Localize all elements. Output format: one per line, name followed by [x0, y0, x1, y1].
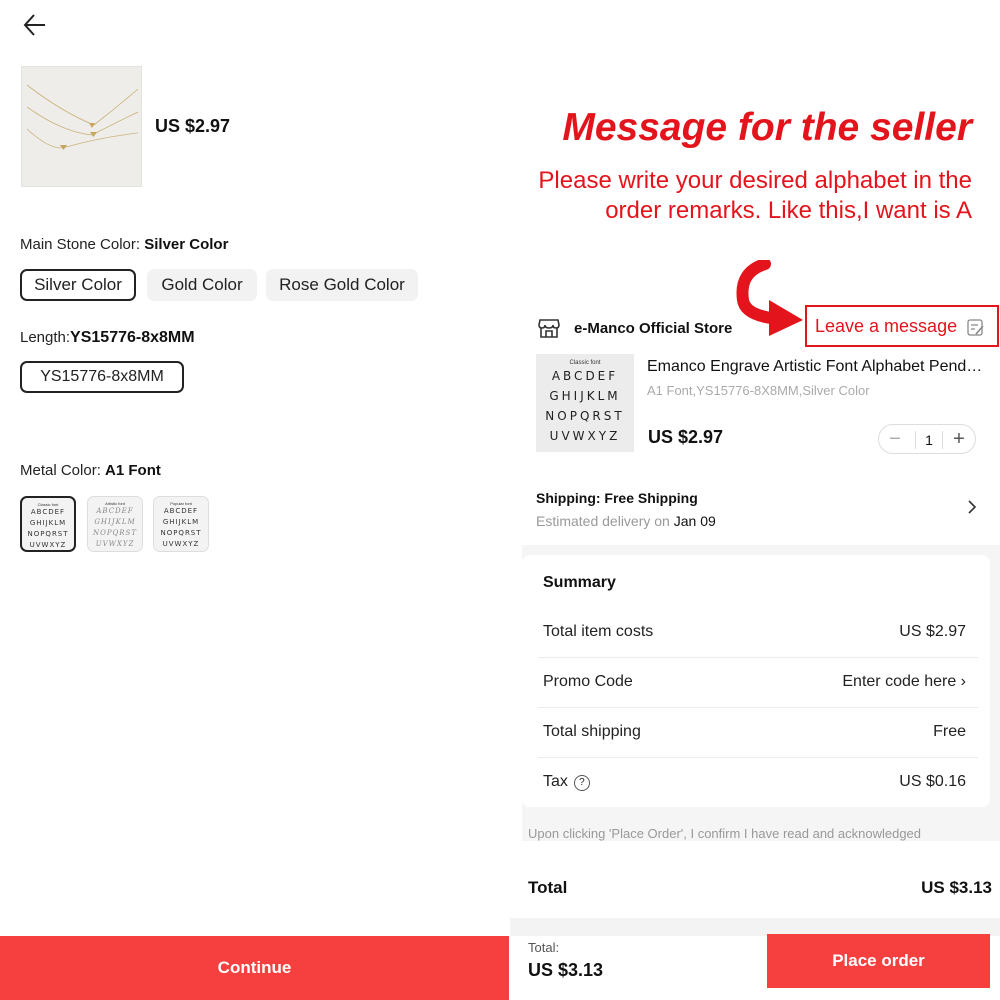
continue-button[interactable]: Continue — [0, 936, 509, 1000]
option-gold-color[interactable]: Gold Color — [147, 269, 257, 301]
place-order-button[interactable]: Place order — [767, 934, 990, 988]
swatch-row: NOPQRST — [92, 529, 138, 537]
delivery-date: Jan 09 — [673, 513, 716, 529]
metal-color-value: A1 Font — [105, 462, 161, 479]
option-silver-color[interactable]: Silver Color — [20, 269, 136, 301]
cart-product-image[interactable]: Classic font ABCDEF GHIJKLM NOPQRST UVWX… — [536, 354, 634, 452]
back-arrow-icon[interactable] — [22, 12, 48, 38]
bottom-total-value: US $3.13 — [528, 960, 604, 980]
shipping-title: Shipping: Free Shipping — [536, 490, 698, 506]
product-image-row: NOPQRST — [545, 409, 625, 423]
increase-quantity-button[interactable]: + — [945, 428, 973, 450]
decrease-quantity-button[interactable]: − — [881, 428, 909, 450]
swatch-popular-font[interactable]: Popular font ABCDEF GHIJKLM NOPQRST UVWX… — [153, 496, 209, 552]
summary-title: Summary — [543, 574, 616, 591]
delivery-estimate: Estimated delivery on Jan 09 — [536, 513, 716, 529]
cart-product-price: US $2.97 — [648, 427, 724, 447]
swatch-row: NOPQRST — [27, 530, 69, 538]
promo-code-link[interactable]: Enter code here › — [842, 673, 966, 691]
quantity-value[interactable]: 1 — [915, 431, 943, 449]
swatch-row: GHIJKLM — [29, 519, 67, 527]
summary-label: Tax — [543, 773, 568, 790]
swatch-row: GHIJKLM — [94, 518, 136, 526]
delivery-estimate-prefix: Estimated delivery on — [536, 513, 674, 529]
product-image-row: GHIJKLM — [549, 389, 621, 403]
order-disclaimer: Upon clicking 'Place Order', I confirm I… — [528, 826, 922, 841]
swatch-row: UVWXYZ — [162, 540, 200, 548]
leave-message-button[interactable]: Leave a message — [805, 305, 999, 347]
store-order-card: e-Manco Official Store Leave a message C… — [522, 300, 999, 544]
summary-row-shipping: Total shipping Free — [538, 707, 978, 758]
summary-label: Total item costs — [543, 623, 654, 640]
annotation-subtitle: Please write your desired alphabet in th… — [538, 167, 972, 224]
order-checkout-panel: Message for the seller Please write your… — [510, 0, 1000, 1000]
help-circle-icon[interactable]: ? — [573, 775, 590, 791]
pointer-arrow-icon — [736, 260, 803, 336]
main-stone-label-text: Main Stone Color: — [20, 236, 145, 253]
product-thumbnail — [21, 66, 142, 187]
swatch-row: ABCDEF — [163, 507, 199, 515]
edit-note-icon — [967, 319, 984, 336]
swatch-row: UVWXYZ — [29, 541, 67, 549]
annotation-title: Message for the seller — [562, 106, 972, 149]
metal-color-label: Metal Color: A1 Font — [20, 462, 161, 479]
order-summary: Summary Total item costs US $2.97 Promo … — [522, 555, 990, 807]
summary-row-tax: Tax? US $0.16 — [538, 757, 978, 807]
summary-value: US $2.97 — [899, 623, 966, 640]
swatch-row: GHIJKLM — [162, 518, 200, 526]
summary-label: Total shipping — [543, 723, 641, 740]
cart-product-name[interactable]: Emanco Engrave Artistic Font Alphabet Pe… — [647, 358, 987, 376]
swatch-row: ABCDEF — [30, 508, 66, 516]
option-rose-gold-color[interactable]: Rose Gold Color — [266, 269, 418, 301]
swatch-row: ABCDEF — [96, 507, 134, 515]
leave-message-label: Leave a message — [815, 316, 958, 336]
total-value: US $3.13 — [921, 878, 992, 897]
product-image-row: ABCDEF — [551, 369, 619, 383]
chevron-right-icon[interactable] — [966, 500, 978, 514]
swatch-row: UVWXYZ — [95, 540, 135, 548]
length-value: YS15776-8x8MM — [70, 329, 195, 346]
metal-color-label-text: Metal Color: — [20, 462, 106, 479]
tax-label-wrap: Tax? — [543, 773, 590, 791]
summary-value: US $0.16 — [899, 773, 966, 790]
main-stone-value: Silver Color — [144, 236, 229, 253]
store-icon — [538, 319, 560, 338]
summary-value: Free — [933, 723, 966, 740]
swatch-artistic-font[interactable]: Artistic font ABCDEF GHIJKLM NOPQRST UVW… — [87, 496, 143, 552]
necklace-image — [26, 84, 139, 150]
length-label-text: Length: — [20, 329, 71, 346]
option-length-ys15776[interactable]: YS15776-8x8MM — [20, 361, 184, 393]
summary-row-item-costs: Total item costs US $2.97 — [538, 607, 978, 658]
swatch-classic-font[interactable]: Classic font ABCDEF GHIJKLM NOPQRST UVWX… — [20, 496, 76, 552]
bottom-total-label: Total: — [528, 940, 560, 955]
swatch-row: NOPQRST — [160, 529, 202, 537]
main-stone-label: Main Stone Color: Silver Color — [20, 236, 228, 253]
product-options-panel: US $2.97 Main Stone Color: Silver Color … — [0, 0, 510, 1000]
product-image-row: UVWXYZ — [549, 429, 621, 443]
summary-label: Promo Code — [543, 673, 633, 690]
summary-row-promo-code[interactable]: Promo Code Enter code here › — [538, 657, 978, 708]
cart-product-variant: A1 Font,YS15776-8X8MM,Silver Color — [647, 383, 870, 398]
store-name[interactable]: e-Manco Official Store — [574, 320, 732, 337]
quantity-stepper: − 1 + — [878, 424, 976, 454]
length-label: Length:YS15776-8x8MM — [20, 329, 195, 347]
product-price: US $2.97 — [155, 116, 231, 136]
total-label: Total — [528, 878, 568, 897]
